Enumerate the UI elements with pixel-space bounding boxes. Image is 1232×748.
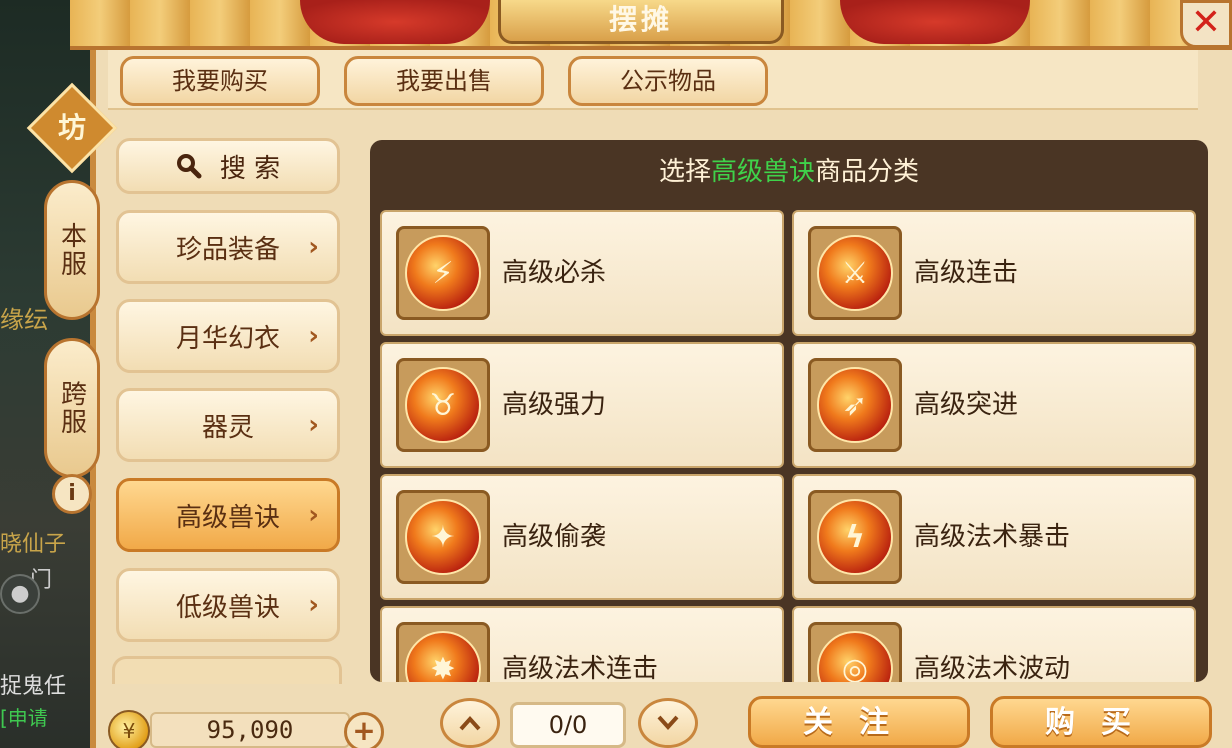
item-icon-frame: ⚔ (808, 226, 902, 320)
item-card[interactable]: ⚡ 高级必杀 (380, 210, 784, 336)
item-label: 高级法术暴击 (914, 522, 1071, 552)
search-icon (176, 153, 202, 179)
category-spirit[interactable]: 器灵 › (116, 388, 340, 462)
tab-cross-server[interactable]: 跨服 (44, 338, 100, 478)
header-highlight: 高级兽诀 (710, 157, 815, 187)
microphone-icon[interactable]: ● (0, 574, 40, 614)
item-category-panel: 选择高级兽诀商品分类 ⚡ 高级必杀 ⚔ 高级连击 ♉ 高级强力 ➶ 高级突进 ✦… (370, 140, 1208, 682)
item-icon-frame: ✸ (396, 622, 490, 682)
category-rare-equipment[interactable]: 珍品装备 › (116, 210, 340, 284)
item-card[interactable]: ◎ 高级法术波动 (792, 606, 1196, 682)
chevron-right-icon: › (308, 410, 319, 440)
tab-local-server[interactable]: 本服 (44, 180, 100, 320)
coin-icon: ¥ (108, 710, 150, 748)
item-label: 高级突进 (914, 390, 1019, 420)
info-icon[interactable]: i (52, 474, 92, 514)
item-card[interactable]: ϟ 高级法术暴击 (792, 474, 1196, 600)
item-label: 高级连击 (914, 258, 1019, 288)
category-label: 珍品装备 (175, 234, 280, 265)
header-suffix: 商品分类 (815, 157, 920, 187)
item-card[interactable]: ✸ 高级法术连击 (380, 606, 784, 682)
item-label: 高级强力 (502, 390, 607, 420)
bull-strength-icon: ♉ (405, 367, 481, 443)
item-icon-frame: ⚡ (396, 226, 490, 320)
chevron-right-icon: › (308, 232, 319, 262)
buy-button[interactable]: 购买 (990, 696, 1212, 748)
category-label: 高级兽诀 (175, 502, 280, 533)
market-badge-label: 坊 (57, 111, 86, 144)
world-text: 缘纭 (0, 306, 48, 334)
close-button[interactable]: ✕ (1180, 0, 1232, 48)
sneak-attack-icon: ✦ (405, 499, 481, 575)
item-card[interactable]: ✦ 高级偷袭 (380, 474, 784, 600)
world-text: 晓仙子 (0, 532, 67, 557)
world-text: [申请 (0, 706, 48, 730)
search-label: 搜 索 (219, 153, 281, 184)
page-up-button[interactable] (440, 698, 500, 748)
item-label: 高级法术波动 (914, 654, 1071, 682)
category-advanced-skill-books[interactable]: 高级兽诀 › (116, 478, 340, 552)
category-label: 低级兽诀 (175, 592, 280, 623)
item-card[interactable]: ♉ 高级强力 (380, 342, 784, 468)
item-icon-frame: ◎ (808, 622, 902, 682)
category-basic-skill-books[interactable]: 低级兽诀 › (116, 568, 340, 642)
world-text: 捉鬼任 (0, 674, 67, 699)
content-header: 选择高级兽诀商品分类 (370, 140, 1208, 204)
combo-attack-icon: ⚔ (817, 235, 893, 311)
follow-button[interactable]: 关注 (748, 696, 970, 748)
item-card[interactable]: ➶ 高级突进 (792, 342, 1196, 468)
tab-sell[interactable]: 我要出售 (344, 56, 544, 106)
category-label: 器灵 (201, 412, 254, 443)
item-icon-frame: ➶ (808, 358, 902, 452)
money-display: 95,090 (150, 712, 350, 748)
chevron-right-icon: › (308, 590, 319, 620)
item-label: 高级偷袭 (502, 522, 607, 552)
page-indicator[interactable]: 0/0 (510, 702, 626, 748)
chevron-right-icon: › (308, 500, 319, 530)
ribbon-decoration (300, 0, 490, 44)
ribbon-decoration (840, 0, 1030, 44)
item-icon-frame: ✦ (396, 490, 490, 584)
critical-strike-icon: ⚡ (405, 235, 481, 311)
category-label: 月华幻衣 (175, 323, 280, 354)
spell-combo-icon: ✸ (405, 631, 481, 682)
chevron-down-icon (657, 715, 679, 730)
item-label: 高级法术连击 (502, 654, 659, 682)
chevron-right-icon: › (308, 321, 319, 351)
window-title: 摆摊 (498, 0, 784, 44)
category-partial[interactable] (112, 656, 342, 684)
chevron-up-icon (459, 716, 481, 731)
spell-wave-icon: ◎ (817, 631, 893, 682)
tab-public-items[interactable]: 公示物品 (568, 56, 768, 106)
item-label: 高级必杀 (502, 258, 607, 288)
page-down-button[interactable] (638, 698, 698, 748)
add-money-button[interactable]: + (344, 712, 384, 748)
header-prefix: 选择 (658, 157, 711, 187)
top-tab-bar: 我要购买 我要出售 公示物品 (108, 50, 1198, 110)
spell-crit-icon: ϟ (817, 499, 893, 575)
category-costume[interactable]: 月华幻衣 › (116, 299, 340, 373)
item-icon-frame: ϟ (808, 490, 902, 584)
charge-slash-icon: ➶ (817, 367, 893, 443)
item-icon-frame: ♉ (396, 358, 490, 452)
search-button[interactable]: 搜 索 (116, 138, 340, 194)
item-card[interactable]: ⚔ 高级连击 (792, 210, 1196, 336)
tab-buy[interactable]: 我要购买 (120, 56, 320, 106)
